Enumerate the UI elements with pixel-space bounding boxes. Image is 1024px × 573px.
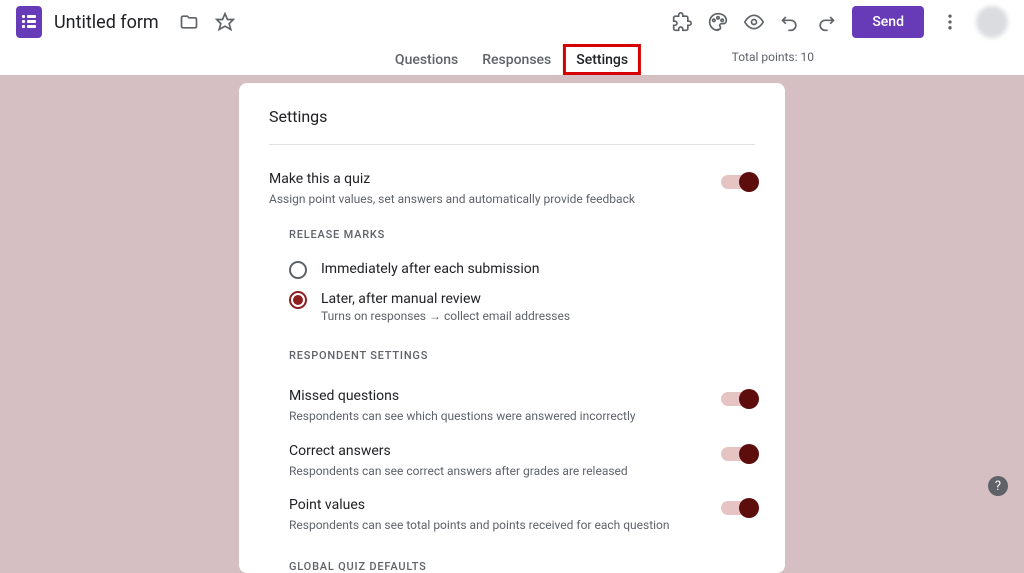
quiz-desc: Assign point values, set answers and aut… — [269, 191, 721, 208]
release-marks-label: RELEASE MARKS — [289, 228, 755, 241]
release-later-label: Later, after manual review — [321, 291, 570, 307]
move-to-folder-icon[interactable] — [179, 12, 199, 32]
tab-questions[interactable]: Questions — [383, 44, 470, 75]
release-later-option[interactable]: Later, after manual review Turns on resp… — [269, 285, 755, 329]
quiz-section: Make this a quiz Assign point values, se… — [269, 145, 755, 208]
point-values-title: Point values — [289, 497, 721, 513]
tabs-bar: Questions Responses Settings Total point… — [0, 44, 1024, 75]
correct-toggle[interactable] — [721, 447, 755, 461]
radio-unchecked-icon — [289, 261, 307, 279]
addons-icon[interactable] — [672, 12, 692, 32]
quiz-toggle[interactable] — [721, 175, 755, 189]
total-points-label: Total points: 10 — [732, 50, 814, 64]
account-avatar[interactable] — [976, 6, 1008, 38]
point-values-desc: Respondents can see total points and poi… — [289, 517, 721, 534]
redo-icon[interactable] — [816, 12, 836, 32]
point-values-row: Point values Respondents can see total p… — [269, 485, 755, 540]
missed-desc: Respondents can see which questions were… — [289, 408, 721, 425]
correct-title: Correct answers — [289, 443, 721, 459]
tab-settings[interactable]: Settings — [563, 44, 641, 75]
more-icon[interactable] — [940, 12, 960, 32]
correct-desc: Respondents can see correct answers afte… — [289, 463, 721, 480]
point-values-toggle[interactable] — [721, 501, 755, 515]
missed-questions-row: Missed questions Respondents can see whi… — [269, 376, 755, 431]
release-immediate-label: Immediately after each submission — [321, 261, 540, 277]
send-button[interactable]: Send — [852, 6, 924, 38]
customize-theme-icon[interactable] — [708, 12, 728, 32]
quiz-title: Make this a quiz — [269, 171, 721, 187]
tab-responses[interactable]: Responses — [470, 44, 563, 75]
help-icon[interactable]: ? — [988, 476, 1008, 496]
star-icon[interactable] — [215, 12, 235, 32]
radio-checked-icon — [289, 291, 307, 309]
preview-icon[interactable] — [744, 12, 764, 32]
settings-card: Settings Make this a quiz Assign point v… — [239, 83, 785, 573]
app-header: Untitled form Send — [0, 0, 1024, 44]
form-title[interactable]: Untitled form — [54, 12, 159, 33]
forms-logo-icon[interactable] — [16, 6, 42, 38]
release-immediate-option[interactable]: Immediately after each submission — [269, 255, 755, 285]
undo-icon[interactable] — [780, 12, 800, 32]
global-defaults-label: GLOBAL QUIZ DEFAULTS — [289, 560, 755, 573]
missed-toggle[interactable] — [721, 392, 755, 406]
correct-answers-row: Correct answers Respondents can see corr… — [269, 431, 755, 486]
settings-title: Settings — [269, 107, 755, 145]
respondent-settings-label: RESPONDENT SETTINGS — [289, 349, 755, 362]
missed-title: Missed questions — [289, 388, 721, 404]
release-later-desc: Turns on responses → collect email addre… — [321, 309, 570, 323]
